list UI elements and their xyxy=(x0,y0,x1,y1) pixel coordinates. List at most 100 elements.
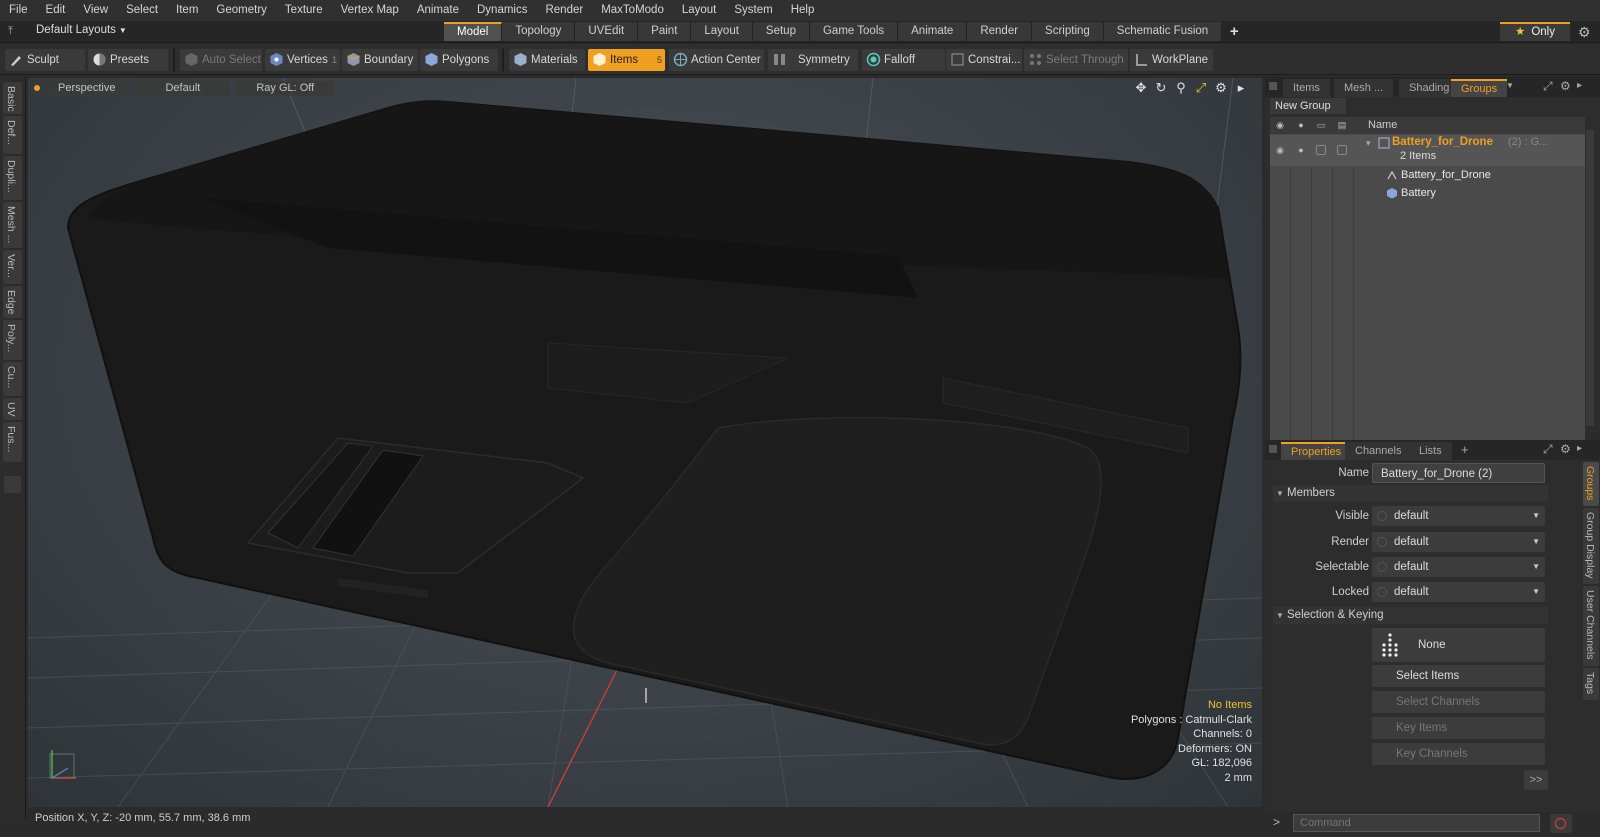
menu-layout[interactable]: Layout xyxy=(673,0,726,21)
left-tab-duplicate[interactable]: Dupli... xyxy=(3,156,22,200)
lock-checkbox[interactable] xyxy=(1337,145,1347,155)
menu-file[interactable]: File xyxy=(0,0,37,21)
left-tab-uv[interactable]: UV xyxy=(3,398,22,420)
collapse-icon[interactable]: ▾ xyxy=(1366,138,1371,149)
vtab-tags[interactable]: Tags xyxy=(1583,668,1599,700)
menu-item[interactable]: Item xyxy=(167,0,207,21)
vertices-button[interactable]: Vertices 1 xyxy=(265,49,340,71)
key-channels-button[interactable]: Key Channels xyxy=(1372,743,1545,765)
rotate-icon[interactable]: ↻ xyxy=(1154,80,1168,96)
none-button[interactable]: None xyxy=(1372,628,1545,662)
panel-menu-icon[interactable] xyxy=(1269,82,1277,90)
tree-row-group[interactable]: ◉ ● ▾ Battery_for_Drone (2) : G... 2 Ite… xyxy=(1270,135,1585,166)
name-field[interactable]: Battery_for_Drone (2) xyxy=(1372,463,1545,483)
lock-icon[interactable]: ▤ xyxy=(1337,120,1347,130)
tab-render[interactable]: Render xyxy=(967,22,1033,41)
panel-menu-icon[interactable] xyxy=(1269,445,1277,453)
layout-arrow-icon[interactable]: ⤒ xyxy=(8,25,22,39)
shading-select[interactable]: Default xyxy=(135,80,231,96)
3d-viewport[interactable]: Perspective Default Ray GL: Off ✥ ↻ ⚲ ⤢ … xyxy=(28,78,1262,807)
zoom-icon[interactable]: ⚲ xyxy=(1174,80,1188,96)
select-channels-button[interactable]: Select Channels xyxy=(1372,691,1545,713)
selectable-checkbox[interactable] xyxy=(1316,145,1326,155)
tab-animate[interactable]: Animate xyxy=(898,22,968,41)
selection-keying-section[interactable]: ▼ Selection & Keying xyxy=(1273,607,1548,624)
fit-icon[interactable]: ⤢ xyxy=(1194,80,1208,96)
left-tab-curve[interactable]: Cu... xyxy=(3,362,22,396)
tab-setup[interactable]: Setup xyxy=(752,22,810,41)
tab-game-tools[interactable]: Game Tools xyxy=(809,22,899,41)
tree-row-child[interactable]: Battery_for_Drone xyxy=(1270,167,1585,184)
select-items-button[interactable]: Select Items xyxy=(1372,665,1545,687)
menu-view[interactable]: View xyxy=(74,0,117,21)
left-tab-mesh[interactable]: Mesh ... xyxy=(3,202,22,248)
auto-select-button[interactable]: Auto Select xyxy=(180,49,262,71)
presets-button[interactable]: Presets xyxy=(88,49,168,71)
maximize-icon[interactable]: ⤢ xyxy=(1543,442,1553,457)
panel-gear-icon[interactable]: ⚙ xyxy=(1560,442,1571,456)
menu-vertex-map[interactable]: Vertex Map xyxy=(332,0,408,21)
members-section[interactable]: ▼ Members xyxy=(1273,485,1548,502)
menu-texture[interactable]: Texture xyxy=(276,0,332,21)
tab-paint[interactable]: Paint xyxy=(638,22,692,41)
menu-select[interactable]: Select xyxy=(117,0,167,21)
render-select[interactable]: default ▼ xyxy=(1372,532,1545,552)
record-button[interactable] xyxy=(1550,814,1572,833)
tab-properties[interactable]: Properties xyxy=(1281,442,1352,460)
add-tab-icon[interactable]: + xyxy=(1461,442,1469,457)
sculpt-button[interactable]: Sculpt xyxy=(5,49,85,71)
chevron-down-icon[interactable]: ▼ xyxy=(1506,81,1514,90)
vtab-user-channels[interactable]: User Channels xyxy=(1583,586,1599,666)
only-button[interactable]: ★ Only xyxy=(1500,22,1570,41)
viewport-expand-icon[interactable]: ▸ xyxy=(1234,80,1248,96)
view-mode-select[interactable]: Perspective xyxy=(44,80,130,96)
constraints-button[interactable]: Constrai... xyxy=(946,49,1022,71)
render-icon[interactable]: ● xyxy=(1296,145,1306,155)
menu-render[interactable]: Render xyxy=(536,0,592,21)
action-center-button[interactable]: Action Center xyxy=(669,49,764,71)
tab-channels[interactable]: Channels xyxy=(1345,442,1412,460)
left-tab-basic[interactable]: Basic xyxy=(3,82,22,114)
selectable-select[interactable]: default ▼ xyxy=(1372,557,1545,577)
symmetry-button[interactable]: Symmetry xyxy=(768,49,858,71)
raygl-toggle[interactable]: Ray GL: Off xyxy=(236,80,335,96)
render-icon[interactable]: ● xyxy=(1296,120,1306,130)
tab-topology[interactable]: Topology xyxy=(502,22,576,41)
left-tab-edge[interactable]: Edge xyxy=(3,286,22,318)
menu-edit[interactable]: Edit xyxy=(37,0,75,21)
eye-icon[interactable]: ◉ xyxy=(1275,120,1285,130)
menu-maxtomodo[interactable]: MaxToModo xyxy=(592,0,673,21)
tab-schematic-fusion[interactable]: Schematic Fusion xyxy=(1103,22,1223,41)
left-tab-vertex[interactable]: Ver... xyxy=(3,250,22,284)
tab-lists[interactable]: Lists xyxy=(1409,442,1452,460)
panel-expand-icon[interactable]: ▸ xyxy=(1577,443,1582,454)
falloff-button[interactable]: Falloff xyxy=(862,49,945,71)
tab-items[interactable]: Items xyxy=(1283,79,1330,97)
boundary-button[interactable]: Boundary xyxy=(342,49,418,71)
gear-icon[interactable]: ⚙ xyxy=(1578,24,1591,41)
tab-mesh[interactable]: Mesh ... xyxy=(1334,79,1394,97)
menu-geometry[interactable]: Geometry xyxy=(207,0,276,21)
viewport-gear-icon[interactable]: ⚙ xyxy=(1214,80,1228,96)
tab-groups[interactable]: Groups xyxy=(1451,79,1508,97)
materials-button[interactable]: Materials xyxy=(509,49,585,71)
new-group-button[interactable]: New Group xyxy=(1270,98,1346,114)
vtab-groups[interactable]: Groups xyxy=(1583,462,1599,506)
menu-help[interactable]: Help xyxy=(782,0,824,21)
select-lock-icon[interactable]: ▭ xyxy=(1316,120,1326,130)
left-panel-toggle[interactable] xyxy=(4,476,21,493)
tree-scrollbar[interactable] xyxy=(1586,130,1594,426)
tree-row-child[interactable]: Battery xyxy=(1270,185,1585,202)
tab-uvedit[interactable]: UVEdit xyxy=(575,22,639,41)
layout-select[interactable]: Default Layouts ▼ xyxy=(36,24,127,36)
command-input[interactable] xyxy=(1293,814,1540,832)
left-tab-fusion[interactable]: Fus... xyxy=(3,422,22,462)
eye-icon[interactable]: ◉ xyxy=(1275,145,1285,155)
pan-icon[interactable]: ✥ xyxy=(1134,80,1148,96)
workplane-button[interactable]: WorkPlane xyxy=(1130,49,1213,71)
items-button[interactable]: Items 5 xyxy=(588,49,665,71)
maximize-icon[interactable]: ⤢ xyxy=(1543,79,1553,94)
locked-select[interactable]: default ▼ xyxy=(1372,582,1545,602)
vtab-group-display[interactable]: Group Display xyxy=(1583,508,1599,584)
tab-layout[interactable]: Layout xyxy=(691,22,753,41)
